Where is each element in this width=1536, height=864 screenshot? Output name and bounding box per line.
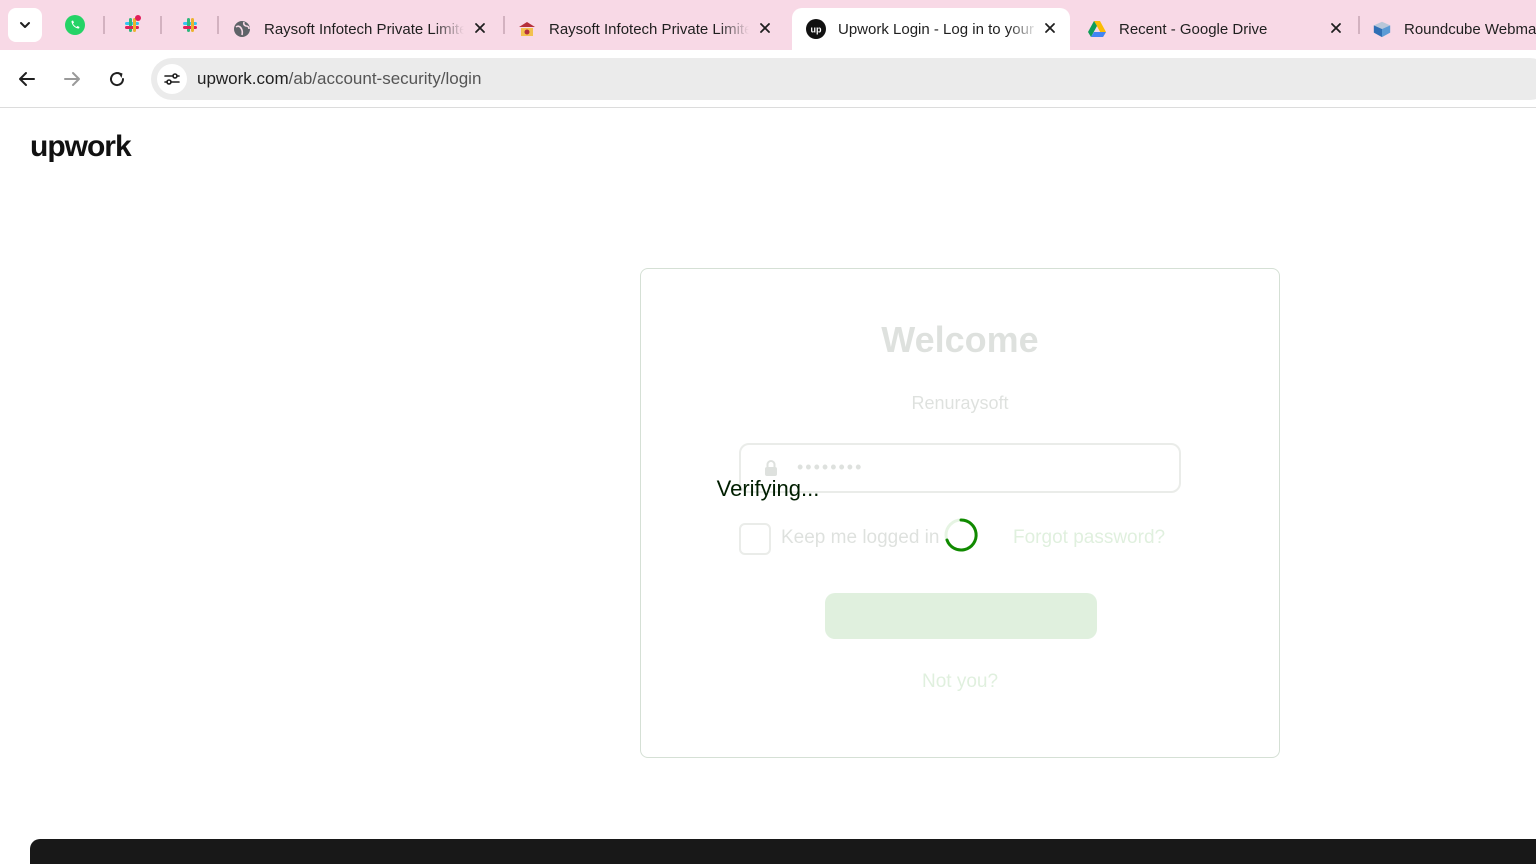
pinned-tab-slack-2[interactable] [176,11,204,39]
url-path: /ab/account-security/login [288,69,482,88]
site-info-button[interactable] [157,64,187,94]
tab-google-drive[interactable]: Recent - Google Drive [1073,8,1356,50]
tab-title: Upwork Login - Log in to your Upwork acc… [838,20,1038,38]
pinned-tab-slack-1[interactable] [118,11,146,39]
tab-strip: Raysoft Infotech Private Limited Raysoft… [0,0,1536,50]
tune-icon [164,73,180,85]
upwork-logo[interactable]: upwork [30,130,132,164]
forward-button[interactable] [55,62,89,96]
username-label: Renuraysoft [911,393,1009,413]
back-button[interactable] [10,62,44,96]
close-icon[interactable] [755,18,775,38]
tab-separator [103,16,105,34]
reload-icon [110,72,125,87]
login-card: Welcome Renuraysoft •••••••• Keep me log… [640,268,1280,758]
arrow-left-icon [19,72,35,86]
slack-icon [183,18,197,32]
close-icon[interactable] [1326,18,1346,38]
close-icon[interactable] [470,18,490,38]
spinner-icon [944,518,978,552]
forgot-password-link[interactable]: Forgot password? [1013,527,1165,549]
svg-text:up: up [811,25,822,35]
arrow-right-icon [64,72,80,86]
keep-logged-in-label[interactable]: Keep me logged in [781,527,939,549]
tab-title: Recent - Google Drive [1119,20,1268,38]
tab-raysoft-1[interactable]: Raysoft Infotech Private Limited [218,8,500,50]
url-text[interactable]: upwork.com/ab/account-security/login [197,69,481,89]
page-footer [30,839,1536,864]
welcome-heading: Welcome [881,319,1039,360]
slack-icon [125,15,141,32]
tab-separator [160,16,162,34]
globe-icon [232,19,252,39]
tab-roundcube[interactable]: Roundcube Webmail [1358,8,1536,50]
tab-search-button[interactable] [8,8,42,42]
roundcube-icon [1372,19,1392,39]
pinned-tab-whatsapp[interactable] [61,11,89,39]
browser-toolbar: upwork.com/ab/account-security/login [0,50,1536,108]
tab-upwork-login[interactable]: up Upwork Login - Log in to your Upwork … [792,8,1070,50]
keep-logged-in-checkbox[interactable] [739,523,771,555]
password-value: •••••••• [797,457,864,477]
reload-button[interactable] [100,62,134,96]
not-you-link[interactable]: Not you? [641,671,1279,693]
verifying-status: Verifying... [716,476,820,501]
chevron-down-icon [20,22,30,28]
tab-title: Raysoft Infotech Private Limited [549,20,749,38]
login-button[interactable] [825,593,1097,639]
upwork-logo-icon: up [806,19,826,39]
loading-spinner [943,517,979,558]
url-domain: upwork.com [197,69,289,88]
raysoft-logo-icon [517,19,537,39]
close-icon[interactable] [1040,18,1060,38]
address-bar[interactable]: upwork.com/ab/account-security/login [151,58,1536,100]
tab-title: Raysoft Infotech Private Limited [264,20,464,38]
tab-raysoft-2[interactable]: Raysoft Infotech Private Limited [503,8,785,50]
google-drive-icon [1087,19,1107,39]
tab-title: Roundcube Webmail [1404,20,1536,38]
whatsapp-icon [65,15,85,35]
